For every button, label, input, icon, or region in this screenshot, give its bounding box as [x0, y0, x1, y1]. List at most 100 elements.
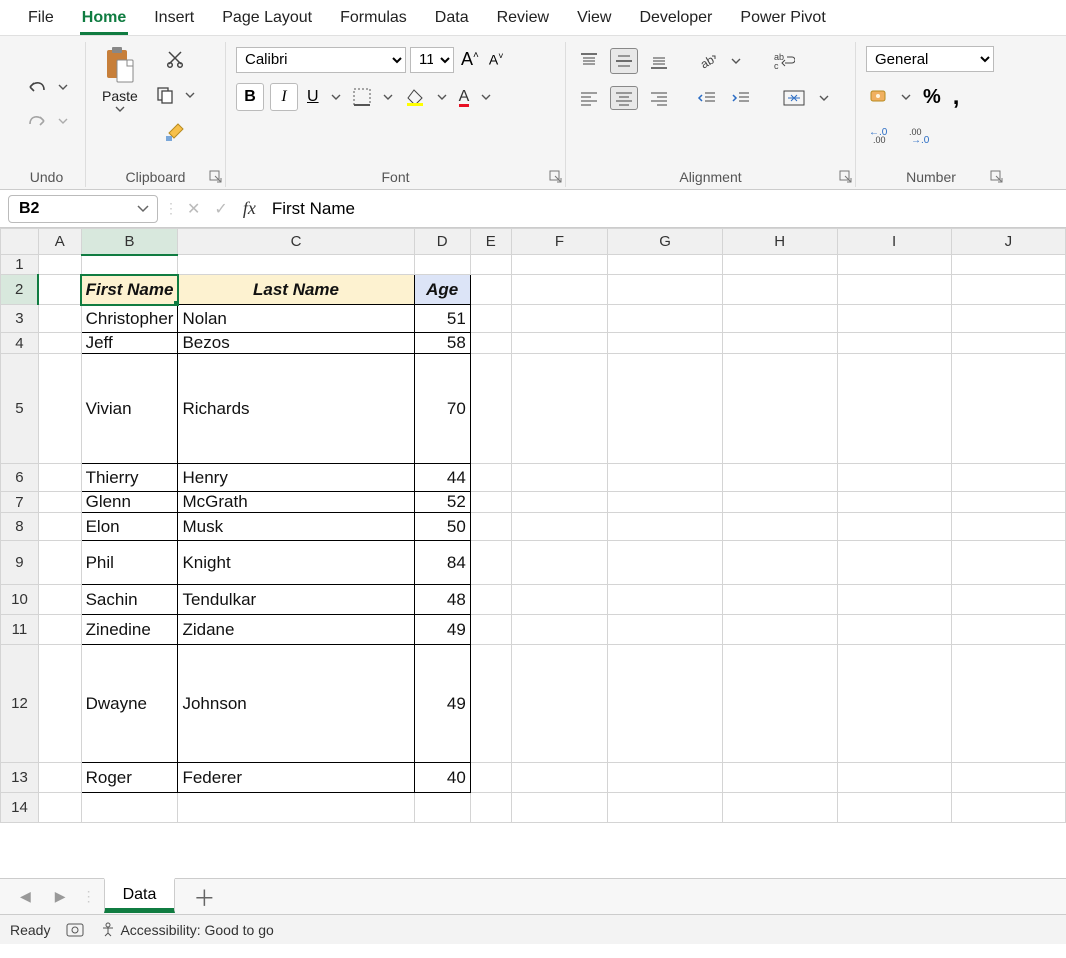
row-header-14[interactable]: 14 — [1, 793, 39, 823]
col-header-J[interactable]: J — [951, 229, 1065, 255]
cell-A1[interactable] — [38, 255, 81, 275]
cell-B10[interactable]: Sachin — [81, 585, 178, 615]
col-header-G[interactable]: G — [608, 229, 723, 255]
alignment-launcher[interactable] — [839, 170, 853, 184]
wrap-text-button[interactable]: abc — [770, 48, 798, 74]
cell-B7[interactable]: Glenn — [81, 492, 178, 513]
cell-G2[interactable] — [608, 275, 723, 305]
cell-G5[interactable] — [608, 354, 723, 464]
cell-E2[interactable] — [470, 275, 511, 305]
copy-button[interactable] — [152, 82, 178, 108]
paste-button[interactable]: Paste — [96, 42, 144, 116]
cell-H6[interactable] — [722, 464, 837, 492]
cell-I4[interactable] — [837, 333, 951, 354]
align-center-button[interactable] — [610, 86, 638, 110]
cell-A2[interactable] — [38, 275, 81, 305]
cell-E12[interactable] — [470, 645, 511, 763]
tab-view[interactable]: View — [563, 3, 625, 35]
tab-home[interactable]: Home — [68, 3, 140, 35]
cell-E1[interactable] — [470, 255, 511, 275]
fill-color-button[interactable] — [402, 84, 428, 110]
cell-B9[interactable]: Phil — [81, 541, 178, 585]
cell-E9[interactable] — [470, 541, 511, 585]
decrease-font-button[interactable]: A˅ — [486, 48, 507, 71]
col-header-E[interactable]: E — [470, 229, 511, 255]
cell-G14[interactable] — [608, 793, 723, 823]
align-top-button[interactable] — [576, 49, 602, 73]
cell-J14[interactable] — [951, 793, 1065, 823]
cell-B13[interactable]: Roger — [81, 763, 178, 793]
tab-review[interactable]: Review — [483, 3, 563, 35]
cell-J11[interactable] — [951, 615, 1065, 645]
cell-J9[interactable] — [951, 541, 1065, 585]
cell-J13[interactable] — [951, 763, 1065, 793]
tab-page-layout[interactable]: Page Layout — [208, 3, 326, 35]
cell-F9[interactable] — [511, 541, 607, 585]
increase-indent-button[interactable] — [728, 87, 754, 109]
cell-I2[interactable] — [837, 275, 951, 305]
number-format-combo[interactable]: General — [866, 46, 994, 72]
cut-button[interactable] — [162, 46, 188, 72]
align-middle-button[interactable] — [610, 48, 638, 74]
col-header-C[interactable]: C — [178, 229, 414, 255]
cell-C8[interactable]: Musk — [178, 513, 414, 541]
cell-A6[interactable] — [38, 464, 81, 492]
font-color-dropdown[interactable] — [478, 91, 494, 103]
cell-I8[interactable] — [837, 513, 951, 541]
align-bottom-button[interactable] — [646, 49, 672, 73]
cell-F1[interactable] — [511, 255, 607, 275]
cell-A7[interactable] — [38, 492, 81, 513]
cell-H3[interactable] — [722, 305, 837, 333]
cell-G1[interactable] — [608, 255, 723, 275]
clipboard-launcher[interactable] — [209, 170, 223, 184]
row-header-8[interactable]: 8 — [1, 513, 39, 541]
cell-A10[interactable] — [38, 585, 81, 615]
sheet-nav-next[interactable]: ▶ — [47, 884, 74, 909]
cell-G7[interactable] — [608, 492, 723, 513]
cell-I6[interactable] — [837, 464, 951, 492]
spreadsheet-grid[interactable]: ABCDEFGHIJ12First NameLast NameAge3Chris… — [0, 228, 1066, 878]
row-header-13[interactable]: 13 — [1, 763, 39, 793]
cell-E11[interactable] — [470, 615, 511, 645]
col-header-D[interactable]: D — [414, 229, 470, 255]
cell-C2[interactable]: Last Name — [178, 275, 414, 305]
cell-A13[interactable] — [38, 763, 81, 793]
cell-A11[interactable] — [38, 615, 81, 645]
cell-C4[interactable]: Bezos — [178, 333, 414, 354]
cell-F6[interactable] — [511, 464, 607, 492]
row-header-12[interactable]: 12 — [1, 645, 39, 763]
cell-H2[interactable] — [722, 275, 837, 305]
col-header-H[interactable]: H — [722, 229, 837, 255]
cell-D6[interactable]: 44 — [414, 464, 470, 492]
cancel-formula-button[interactable]: ✕ — [184, 196, 203, 222]
undo-button[interactable] — [23, 75, 51, 99]
cell-H11[interactable] — [722, 615, 837, 645]
row-header-10[interactable]: 10 — [1, 585, 39, 615]
cell-C6[interactable]: Henry — [178, 464, 414, 492]
cell-C5[interactable]: Richards — [178, 354, 414, 464]
cell-A4[interactable] — [38, 333, 81, 354]
increase-decimal-button[interactable]: ←.0.00 — [866, 122, 896, 146]
row-header-11[interactable]: 11 — [1, 615, 39, 645]
font-name-combo[interactable]: Calibri — [236, 47, 406, 73]
accounting-dropdown[interactable] — [898, 91, 914, 103]
redo-dropdown[interactable] — [55, 115, 71, 127]
cell-E8[interactable] — [470, 513, 511, 541]
cell-D4[interactable]: 58 — [414, 333, 470, 354]
cell-C1[interactable] — [178, 255, 414, 275]
cell-I12[interactable] — [837, 645, 951, 763]
cell-I9[interactable] — [837, 541, 951, 585]
row-header-2[interactable]: 2 — [1, 275, 39, 305]
cell-F8[interactable] — [511, 513, 607, 541]
row-header-6[interactable]: 6 — [1, 464, 39, 492]
fx-icon[interactable]: fx — [239, 198, 260, 219]
cell-J12[interactable] — [951, 645, 1065, 763]
sheet-nav-prev[interactable]: ◀ — [12, 884, 39, 909]
cell-I13[interactable] — [837, 763, 951, 793]
cell-D8[interactable]: 50 — [414, 513, 470, 541]
select-all-corner[interactable] — [1, 229, 39, 255]
orientation-button[interactable]: ab — [694, 48, 720, 74]
tab-formulas[interactable]: Formulas — [326, 3, 421, 35]
decrease-indent-button[interactable] — [694, 87, 720, 109]
cell-D1[interactable] — [414, 255, 470, 275]
